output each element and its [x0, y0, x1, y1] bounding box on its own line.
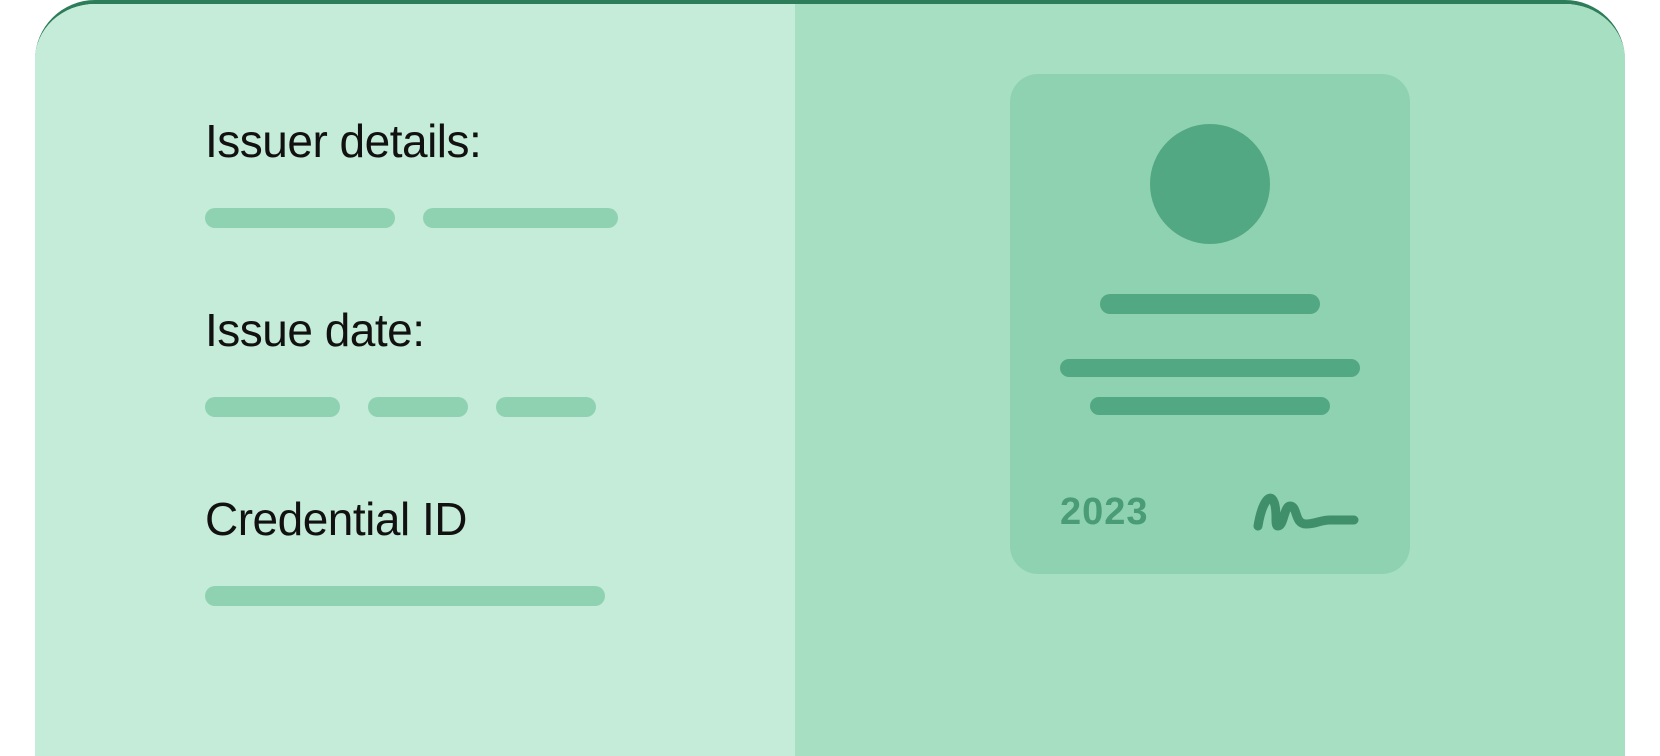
- issuer-details-field: Issuer details:: [205, 114, 795, 228]
- credential-details-panel: Issuer details: Issue date: Credential I…: [35, 4, 795, 756]
- credential-id-placeholder: [205, 586, 795, 606]
- issuer-details-placeholder: [205, 208, 795, 228]
- credential-id-label: Credential ID: [205, 492, 795, 546]
- placeholder-bar: [205, 397, 340, 417]
- placeholder-bar: [368, 397, 468, 417]
- certificate-preview-panel: 2023: [795, 4, 1625, 756]
- placeholder-bar: [205, 586, 605, 606]
- certificate-title-line: [1100, 294, 1320, 314]
- certificate-text-line: [1060, 359, 1360, 377]
- credential-id-field: Credential ID: [205, 492, 795, 606]
- certificate-footer: 2023: [1050, 484, 1370, 534]
- issue-date-field: Issue date:: [205, 303, 795, 417]
- certificate-year: 2023: [1060, 491, 1149, 534]
- placeholder-bar: [205, 208, 395, 228]
- issue-date-placeholder: [205, 397, 795, 417]
- placeholder-bar: [496, 397, 596, 417]
- placeholder-bar: [423, 208, 618, 228]
- certificate-card: 2023: [1010, 74, 1410, 574]
- credential-card: Issuer details: Issue date: Credential I…: [35, 0, 1625, 756]
- certificate-seal-icon: [1150, 124, 1270, 244]
- issue-date-label: Issue date:: [205, 303, 795, 357]
- issuer-details-label: Issuer details:: [205, 114, 795, 168]
- certificate-text-line: [1090, 397, 1330, 415]
- signature-icon: [1250, 484, 1360, 534]
